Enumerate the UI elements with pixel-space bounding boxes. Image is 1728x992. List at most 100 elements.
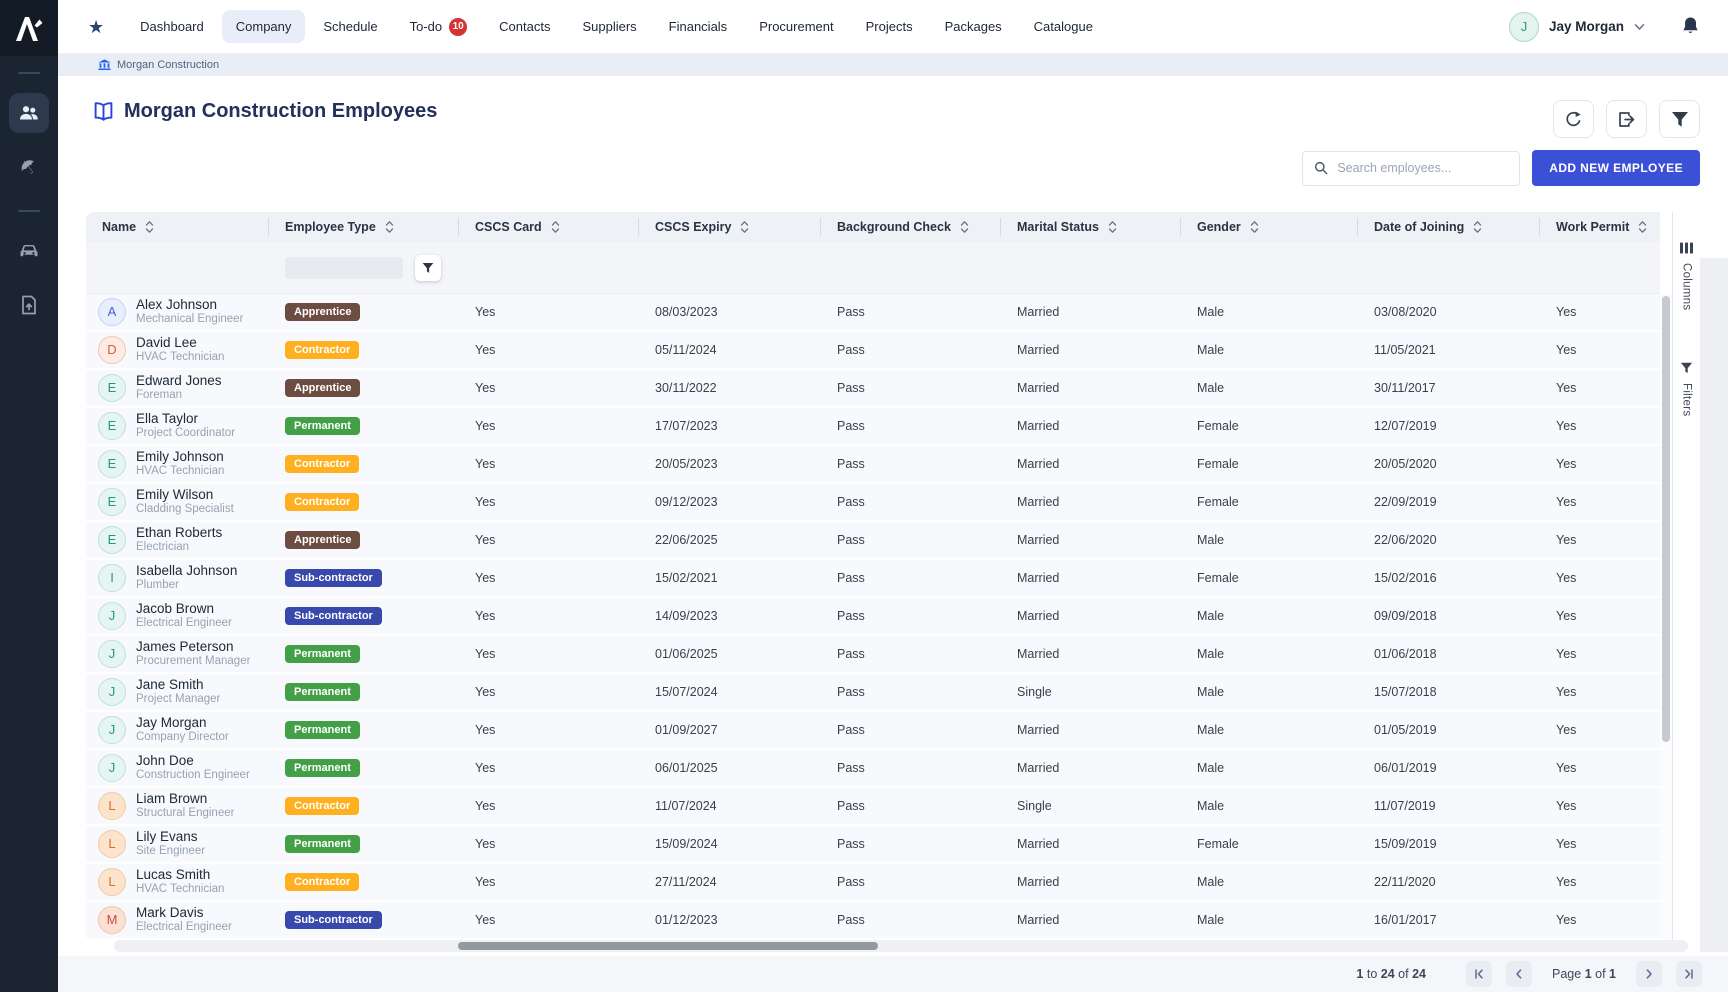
employee-name-cell[interactable]: J Jay Morgan Company Director	[86, 715, 269, 744]
employee-name-cell[interactable]: L Liam Brown Structural Engineer	[86, 791, 269, 820]
nav-item-procurement[interactable]: Procurement	[745, 10, 847, 43]
vertical-scrollbar-thumb[interactable]	[1662, 296, 1670, 742]
columns-icon[interactable]	[1680, 242, 1693, 254]
table-row[interactable]: I Isabella Johnson Plumber Sub-contracto…	[86, 560, 1660, 598]
employee-name-cell[interactable]: E Ethan Roberts Electrician	[86, 525, 269, 554]
table-row[interactable]: J Jane Smith Project Manager Permanent Y…	[86, 674, 1660, 712]
table-row[interactable]: L Lucas Smith HVAC Technician Contractor…	[86, 864, 1660, 902]
nav-item-suppliers[interactable]: Suppliers	[568, 10, 650, 43]
refresh-button[interactable]	[1553, 100, 1594, 138]
employee-name-cell[interactable]: J John Doe Construction Engineer	[86, 753, 269, 782]
nav-item-packages[interactable]: Packages	[931, 10, 1016, 43]
sort-icon[interactable]	[960, 220, 969, 234]
sort-icon[interactable]	[145, 220, 154, 234]
table-row[interactable]: E Ethan Roberts Electrician Apprentice Y…	[86, 522, 1660, 560]
table-row[interactable]: E Emily Johnson HVAC Technician Contract…	[86, 446, 1660, 484]
filters-panel-icon[interactable]	[1680, 362, 1693, 374]
nav-item-company[interactable]: Company	[222, 10, 306, 43]
table-row[interactable]: E Emily Wilson Cladding Specialist Contr…	[86, 484, 1660, 522]
date-of-joining-cell: 15/07/2018	[1358, 685, 1540, 699]
last-page-button[interactable]	[1676, 961, 1702, 987]
column-header-gender[interactable]: Gender	[1181, 212, 1358, 242]
table-row[interactable]: M Mark Davis Electrical Engineer Sub-con…	[86, 902, 1660, 940]
sort-icon[interactable]	[551, 220, 560, 234]
vertical-scrollbar[interactable]	[1660, 294, 1672, 940]
employee-name-cell[interactable]: J Jacob Brown Electrical Engineer	[86, 601, 269, 630]
sort-icon[interactable]	[1638, 220, 1647, 234]
user-avatar[interactable]: J	[1509, 12, 1539, 42]
work-permit-cell: Yes	[1540, 685, 1660, 699]
employee-name-cell[interactable]: L Lily Evans Site Engineer	[86, 829, 269, 858]
employee-name-cell[interactable]: J James Peterson Procurement Manager	[86, 639, 269, 668]
column-header-employee-type[interactable]: Employee Type	[269, 212, 459, 242]
chevron-down-icon[interactable]	[1634, 23, 1645, 31]
cscs-card-cell: Yes	[459, 799, 639, 813]
sort-icon[interactable]	[1250, 220, 1259, 234]
columns-panel-tab[interactable]: Columns	[1681, 263, 1693, 310]
table-row[interactable]: L Lily Evans Site Engineer Permanent Yes…	[86, 826, 1660, 864]
filters-panel-tab[interactable]: Filters	[1681, 383, 1693, 416]
date-of-joining-cell: 30/11/2017	[1358, 381, 1540, 395]
sort-icon[interactable]	[740, 220, 749, 234]
search-input[interactable]	[1337, 161, 1508, 175]
column-header-name[interactable]: Name	[86, 212, 269, 242]
first-page-button[interactable]	[1466, 961, 1492, 987]
employee-type-filter-button[interactable]	[415, 255, 441, 281]
gender-cell: Male	[1181, 685, 1358, 699]
next-page-button[interactable]	[1636, 961, 1662, 987]
nav-item-contacts[interactable]: Contacts	[485, 10, 564, 43]
column-header-cscs-expiry[interactable]: CSCS Expiry	[639, 212, 821, 242]
employee-name-cell[interactable]: E Ella Taylor Project Coordinator	[86, 411, 269, 440]
table-row[interactable]: J Jay Morgan Company Director Permanent …	[86, 712, 1660, 750]
employee-name-cell[interactable]: I Isabella Johnson Plumber	[86, 563, 269, 592]
table-row[interactable]: J John Doe Construction Engineer Permane…	[86, 750, 1660, 788]
column-header-marital-status[interactable]: Marital Status	[1001, 212, 1181, 242]
sidebar-item-tools[interactable]: ☂	[9, 147, 49, 187]
employee-name-cell[interactable]: L Lucas Smith HVAC Technician	[86, 867, 269, 896]
nav-item-catalogue[interactable]: Catalogue	[1020, 10, 1107, 43]
employee-role: Project Coordinator	[136, 427, 235, 441]
table-row[interactable]: D David Lee HVAC Technician Contractor Y…	[86, 332, 1660, 370]
user-name[interactable]: Jay Morgan	[1549, 19, 1624, 34]
employee-name-cell[interactable]: A Alex Johnson Mechanical Engineer	[86, 297, 269, 326]
horizontal-scrollbar-thumb[interactable]	[458, 942, 878, 950]
export-button[interactable]	[1606, 100, 1647, 138]
table-row[interactable]: A Alex Johnson Mechanical Engineer Appre…	[86, 294, 1660, 332]
employee-name-cell[interactable]: E Emily Wilson Cladding Specialist	[86, 487, 269, 516]
employee-name-cell[interactable]: M Mark Davis Electrical Engineer	[86, 905, 269, 934]
nav-item-to-do[interactable]: To-do 10	[396, 9, 482, 45]
sort-icon[interactable]	[1108, 220, 1117, 234]
sidebar-item-vehicles[interactable]	[9, 231, 49, 271]
next-page-icon	[1643, 968, 1655, 980]
sidebar-item-documents[interactable]	[9, 285, 49, 325]
nav-item-dashboard[interactable]: Dashboard	[126, 10, 218, 43]
sort-icon[interactable]	[1473, 220, 1482, 234]
employee-name-cell[interactable]: E Edward Jones Foreman	[86, 373, 269, 402]
table-row[interactable]: E Ella Taylor Project Coordinator Perman…	[86, 408, 1660, 446]
column-header-cscs-card[interactable]: CSCS Card	[459, 212, 639, 242]
employee-name-cell[interactable]: D David Lee HVAC Technician	[86, 335, 269, 364]
table-row[interactable]: J James Peterson Procurement Manager Per…	[86, 636, 1660, 674]
employee-type-filter-input[interactable]	[285, 257, 403, 279]
horizontal-scrollbar[interactable]	[114, 940, 1688, 952]
previous-page-button[interactable]	[1506, 961, 1532, 987]
notifications-button[interactable]	[1681, 16, 1700, 37]
table-row[interactable]: J Jacob Brown Electrical Engineer Sub-co…	[86, 598, 1660, 636]
column-header-work-permit[interactable]: Work Permit	[1540, 212, 1660, 242]
sort-icon[interactable]	[385, 220, 394, 234]
table-row[interactable]: L Liam Brown Structural Engineer Contrac…	[86, 788, 1660, 826]
filter-button[interactable]	[1659, 100, 1700, 138]
column-header-background-check[interactable]: Background Check	[821, 212, 1001, 242]
employee-name-cell[interactable]: J Jane Smith Project Manager	[86, 677, 269, 706]
app-logo[interactable]	[0, 0, 58, 56]
nav-item-projects[interactable]: Projects	[852, 10, 927, 43]
favorites-star-icon[interactable]: ★	[88, 18, 104, 36]
column-header-date-of-joining[interactable]: Date of Joining	[1358, 212, 1540, 242]
nav-item-schedule[interactable]: Schedule	[309, 10, 391, 43]
table-row[interactable]: E Edward Jones Foreman Apprentice Yes 30…	[86, 370, 1660, 408]
employee-name-cell[interactable]: E Emily Johnson HVAC Technician	[86, 449, 269, 478]
add-new-employee-button[interactable]: ADD NEW EMPLOYEE	[1532, 150, 1700, 186]
nav-item-financials[interactable]: Financials	[655, 10, 742, 43]
sidebar-item-employees[interactable]	[9, 93, 49, 133]
breadcrumb-label[interactable]: Morgan Construction	[117, 59, 219, 71]
